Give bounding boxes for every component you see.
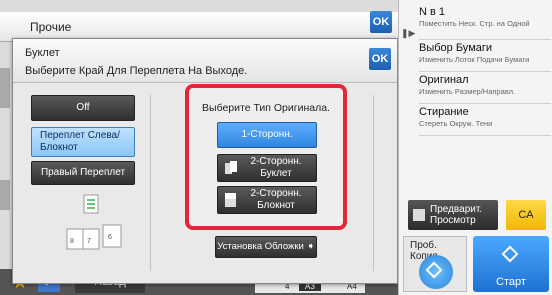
right-item-title: N в 1	[419, 6, 446, 18]
start-button[interactable]: Старт	[473, 236, 549, 292]
start-icon	[501, 245, 519, 263]
right-item-sub: Изменить Лоток Подачи Бумаги	[419, 55, 530, 64]
right-item-title: Оригинал	[419, 74, 469, 86]
base-side-strip	[0, 68, 10, 108]
dialog-header: Буклет Выберите Край Для Переплета На Вы…	[13, 39, 397, 83]
original-type-label: Выберите Тип Оригинала.	[202, 102, 330, 114]
dialog-ok-button[interactable]: OK	[369, 48, 391, 70]
svg-text:7: 7	[87, 238, 91, 245]
start-label: Старт	[496, 276, 526, 288]
proof-copy-icon	[419, 255, 453, 289]
right-item-paper-select[interactable]: Выбор Бумаги Изменить Лоток Подачи Бумаг…	[419, 42, 551, 72]
two-sided-pad-icon	[224, 193, 238, 207]
two-sided-pad-button[interactable]: 2-Сторонн. Блокнот	[217, 186, 317, 214]
two-sided-booklet-icon	[224, 161, 238, 175]
cover-setting-button[interactable]: Установка Обложки ➧	[215, 236, 317, 258]
one-sided-button[interactable]: 1-Сторонн.	[217, 122, 317, 148]
two-sided-pad-label: 2-Сторонн. Блокнот	[250, 188, 302, 211]
ca-button[interactable]: CA	[506, 200, 546, 230]
preview-button[interactable]: Предварит. Просмотр	[408, 200, 498, 230]
proof-copy-button[interactable]: Проб. Копия	[403, 236, 467, 292]
base-title: Прочие	[30, 20, 72, 34]
two-sided-booklet-button[interactable]: 2-Сторонн. Буклет	[217, 154, 317, 182]
binding-left-button[interactable]: Переплет Слева/ Блокнот	[31, 127, 135, 157]
booklet-illustration: 8 7 6	[66, 194, 122, 250]
preview-label: Предварит. Просмотр	[430, 204, 483, 226]
expand-arrow-icon[interactable]: ❚▶	[401, 28, 415, 40]
svg-text:8: 8	[70, 238, 74, 245]
arrow-right-icon: ➧	[306, 241, 315, 252]
right-item-n-in-1[interactable]: N в 1 Поместить Неск. Стр. на Одной	[419, 6, 551, 40]
right-item-title: Стирание	[419, 106, 469, 118]
divider	[150, 95, 151, 271]
base-ok-button[interactable]: OK	[370, 11, 392, 33]
preview-icon	[413, 209, 425, 221]
divider	[373, 95, 374, 271]
binding-right-button[interactable]: Правый Переплет	[31, 161, 135, 185]
right-item-sub: Поместить Неск. Стр. на Одной	[419, 19, 530, 28]
dialog-title: Буклет	[25, 47, 60, 59]
right-item-sub: Изменить Размер/Направл.	[419, 87, 516, 96]
svg-text:6: 6	[108, 234, 112, 241]
two-sided-booklet-label: 2-Сторонн. Буклет	[250, 156, 302, 179]
right-item-original[interactable]: Оригинал Изменить Размер/Направл.	[419, 74, 551, 104]
original-type-panel: Выберите Тип Оригинала. 1-Сторонн. 2-Сто…	[185, 84, 347, 230]
base-side-strip	[0, 180, 10, 210]
right-item-erase[interactable]: Стирание Стереть Окруж. Тени	[419, 106, 551, 136]
binding-off-button[interactable]: Off	[31, 95, 135, 121]
right-item-sub: Стереть Окруж. Тени	[419, 119, 493, 128]
dialog-subtitle: Выберите Край Для Переплета На Выходе.	[25, 65, 248, 77]
cover-setting-label: Установка Обложки	[217, 241, 304, 252]
right-item-title: Выбор Бумаги	[419, 42, 493, 54]
